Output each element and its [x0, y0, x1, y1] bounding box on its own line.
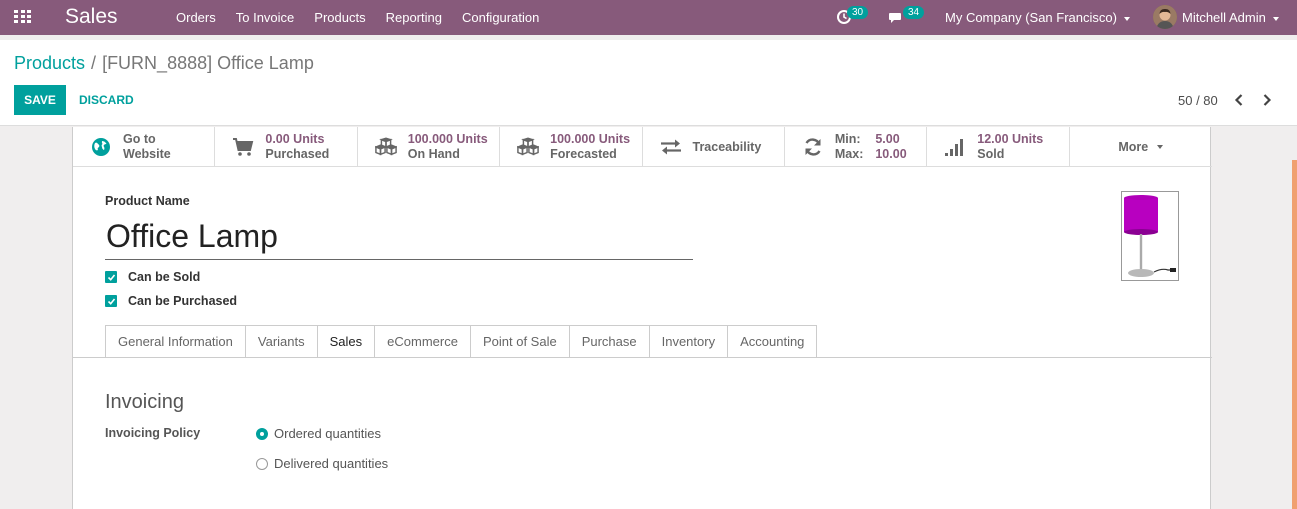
avatar[interactable] — [1153, 5, 1177, 29]
exchange-icon — [660, 139, 681, 155]
main-menu: Orders To Invoice Products Reporting Con… — [166, 0, 549, 35]
smart-button-box: Go to Website 0.00 Units Purchased 100.0… — [73, 127, 1212, 167]
bar-chart-icon — [945, 139, 964, 156]
user-menu[interactable]: Mitchell Admin — [1182, 10, 1279, 25]
can-be-purchased-checkbox[interactable] — [105, 295, 117, 307]
more-label: More — [1118, 140, 1149, 154]
product-name-input[interactable] — [105, 214, 693, 260]
form-sheet: Go to Website 0.00 Units Purchased 100.0… — [72, 127, 1212, 509]
chat-icon[interactable] — [888, 10, 904, 26]
min-label: Min: — [834, 132, 861, 146]
purchased-value: 0.00 Units — [265, 132, 325, 146]
chevron-right-icon[interactable] — [1259, 92, 1275, 108]
cubes-icon — [374, 137, 397, 156]
company-name: My Company (San Francisco) — [945, 10, 1117, 25]
messages-badge: 34 — [903, 6, 925, 19]
user-name: Mitchell Admin — [1182, 10, 1266, 25]
notebook-tabs: General Information Variants Sales eComm… — [105, 325, 818, 358]
sold-label: Sold — [977, 147, 1005, 161]
chevron-down-icon — [1157, 145, 1164, 149]
on-hand-value: 100.000 Units — [407, 132, 488, 146]
tab-inventory[interactable]: Inventory — [648, 325, 728, 358]
tab-general-information[interactable]: General Information — [105, 325, 245, 358]
purchased-button[interactable]: 0.00 Units Purchased — [215, 127, 358, 167]
breadcrumb: Products / [FURN_8888] Office Lamp — [14, 53, 314, 74]
max-value: 10.00 — [875, 147, 907, 161]
menu-item-orders[interactable]: Orders — [166, 0, 226, 35]
sold-button[interactable]: 12.00 Units Sold — [927, 127, 1070, 167]
scrollbar[interactable] — [1292, 160, 1297, 509]
website-line1: Go to — [123, 132, 156, 146]
ordered-quantities-radio[interactable] — [256, 427, 268, 440]
breadcrumb-products-link[interactable]: Products — [14, 53, 85, 73]
tab-divider — [73, 357, 1212, 358]
chevron-down-icon — [1123, 16, 1130, 21]
website-line2: Website — [123, 147, 171, 161]
apps-grid-icon[interactable] — [14, 10, 31, 24]
traceability-button[interactable]: Traceability — [643, 127, 785, 167]
ordered-quantities-option[interactable]: Ordered quantities — [256, 426, 381, 441]
sold-value: 12.00 Units — [977, 132, 1044, 146]
traceability-label: Traceability — [692, 140, 762, 154]
menu-item-configuration[interactable]: Configuration — [452, 0, 549, 35]
tab-accounting[interactable]: Accounting — [727, 325, 818, 358]
discard-button[interactable]: DISCARD — [71, 85, 142, 115]
can-be-purchased-label: Can be Purchased — [128, 294, 238, 308]
more-button[interactable]: More — [1070, 127, 1212, 167]
control-panel: Products / [FURN_8888] Office Lamp SAVE DI… — [0, 40, 1297, 126]
check-icon — [107, 297, 115, 305]
lamp-image — [1124, 195, 1176, 277]
max-label: Max: — [834, 147, 864, 161]
check-icon — [107, 273, 115, 281]
menu-item-to-invoice[interactable]: To Invoice — [226, 0, 305, 35]
chevron-left-icon[interactable] — [1231, 92, 1247, 108]
cubes-icon — [517, 137, 540, 156]
company-switcher[interactable]: My Company (San Francisco) — [945, 10, 1130, 25]
can-be-sold-label: Can be Sold — [128, 270, 201, 284]
menu-item-products[interactable]: Products — [304, 0, 375, 35]
tab-point-of-sale[interactable]: Point of Sale — [469, 325, 569, 358]
min-value: 5.00 — [875, 132, 900, 146]
forecasted-button[interactable]: 100.000 Units Forecasted — [500, 127, 643, 167]
breadcrumb-current: [FURN_8888] Office Lamp — [102, 53, 314, 73]
globe-icon — [92, 138, 110, 156]
app-name[interactable]: Sales — [65, 5, 118, 29]
tab-ecommerce[interactable]: eCommerce — [374, 325, 470, 358]
go-to-website-button[interactable]: Go to Website — [73, 127, 216, 167]
top-navbar: Sales Orders To Invoice Products Reporti… — [0, 0, 1297, 35]
can-be-sold-checkbox[interactable] — [105, 271, 117, 283]
save-button[interactable]: SAVE — [14, 85, 66, 115]
forecasted-value: 100.000 Units — [550, 132, 631, 146]
invoicing-section-title: Invoicing — [105, 391, 184, 413]
purchased-label: Purchased — [265, 147, 330, 161]
product-image[interactable] — [1121, 191, 1179, 281]
forecasted-label: Forecasted — [550, 147, 617, 161]
refresh-icon — [805, 138, 821, 156]
reordering-rules-button[interactable]: Min: 5.00 Max: 10.00 — [785, 127, 928, 167]
breadcrumb-separator: / — [91, 53, 97, 73]
menu-item-reporting[interactable]: Reporting — [376, 0, 452, 35]
delivered-quantities-radio[interactable] — [256, 457, 268, 470]
delivered-quantities-label: Delivered quantities — [274, 456, 389, 471]
delivered-quantities-option[interactable]: Delivered quantities — [256, 456, 388, 471]
pager-value[interactable]: 50 / 80 — [1178, 93, 1218, 108]
can-be-sold-row: Can be Sold — [105, 270, 200, 284]
tab-purchase[interactable]: Purchase — [568, 325, 649, 358]
tab-variants[interactable]: Variants — [244, 325, 317, 358]
invoicing-policy-label: Invoicing Policy — [105, 426, 201, 440]
on-hand-button[interactable]: 100.000 Units On Hand — [358, 127, 501, 167]
on-hand-label: On Hand — [407, 147, 460, 161]
chevron-down-icon — [1272, 16, 1279, 21]
can-be-purchased-row: Can be Purchased — [105, 294, 237, 308]
activity-badge: 30 — [847, 6, 869, 19]
ordered-quantities-label: Ordered quantities — [274, 426, 381, 441]
tab-sales[interactable]: Sales — [316, 325, 375, 358]
cart-icon — [233, 138, 254, 156]
product-name-label: Product Name — [105, 194, 190, 208]
